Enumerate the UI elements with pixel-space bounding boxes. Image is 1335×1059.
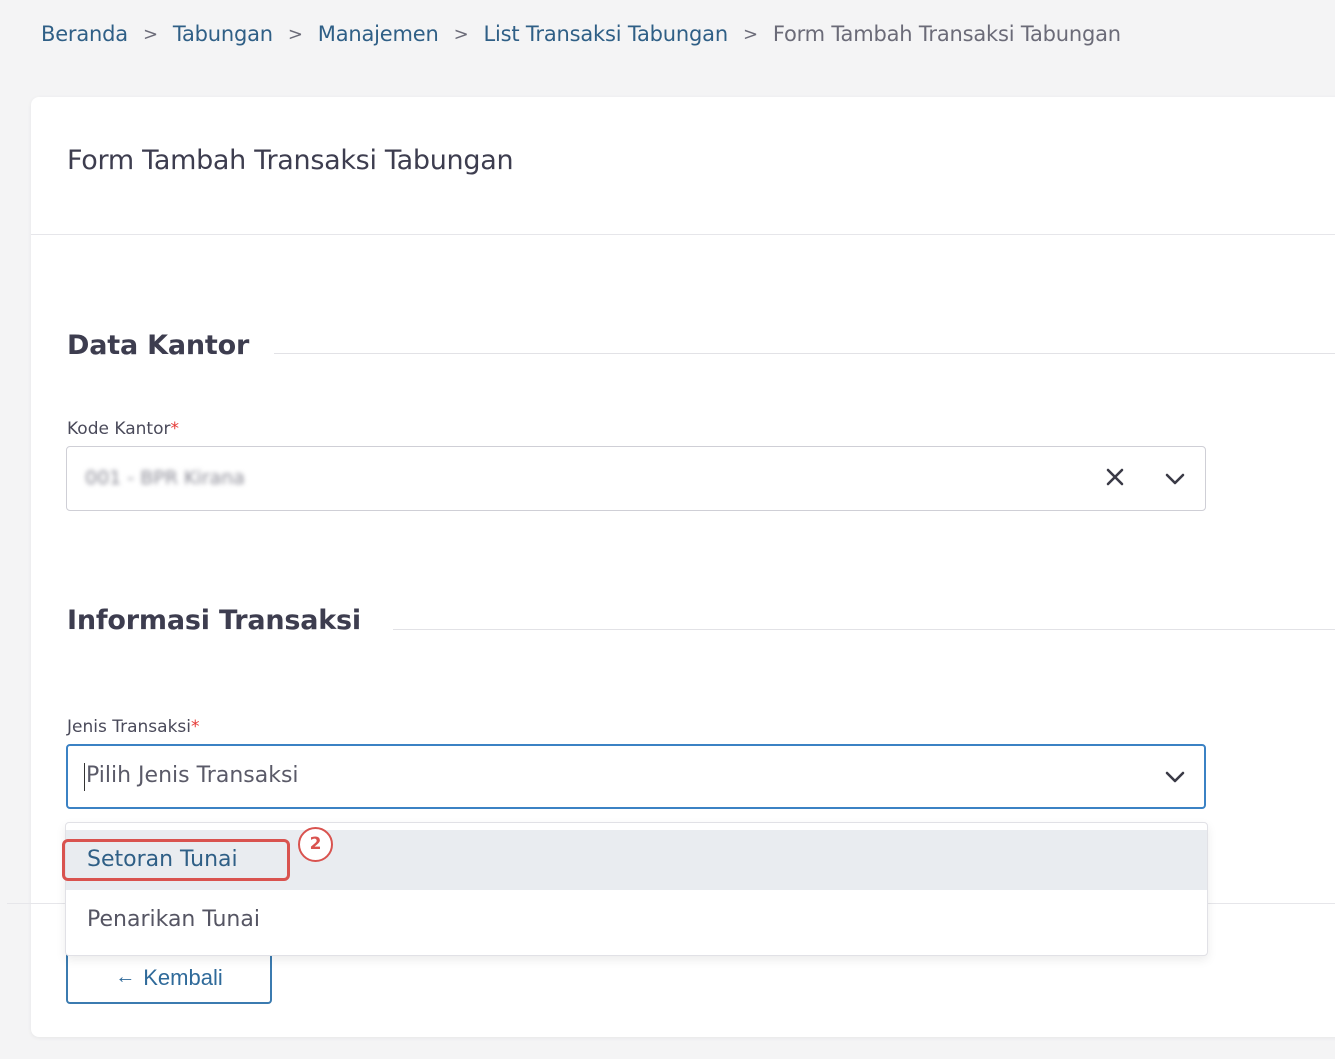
- back-button[interactable]: ← Kembali: [66, 951, 272, 1004]
- transaction-type-label: Jenis Transaksi*: [67, 717, 200, 737]
- breadcrumb-separator: >: [453, 23, 469, 45]
- breadcrumb-separator: >: [287, 23, 303, 45]
- annotation-highlight: [62, 839, 290, 881]
- arrow-left-icon: ←: [115, 966, 136, 988]
- transaction-type-placeholder: Pilih Jenis Transaksi: [86, 763, 299, 788]
- section-title-transaction: Informasi Transaksi: [67, 605, 361, 636]
- chevron-down-icon[interactable]: [1163, 467, 1187, 491]
- clear-icon[interactable]: [1103, 465, 1127, 489]
- chevron-down-icon[interactable]: [1163, 765, 1187, 789]
- breadcrumb-beranda[interactable]: Beranda: [41, 22, 128, 46]
- section-title-office: Data Kantor: [67, 330, 250, 361]
- breadcrumb: Beranda > Tabungan > Manajemen > List Tr…: [41, 22, 1121, 46]
- breadcrumb-manajemen[interactable]: Manajemen: [318, 22, 439, 46]
- breadcrumb-current: Form Tambah Transaksi Tabungan: [772, 22, 1121, 46]
- section-divider: [274, 353, 1335, 354]
- back-button-label: Kembali: [143, 964, 223, 990]
- option-penarikan-tunai[interactable]: Penarikan Tunai: [66, 890, 1207, 950]
- page-title: Form Tambah Transaksi Tabungan: [67, 145, 514, 176]
- text-cursor: [84, 763, 85, 791]
- transaction-type-select[interactable]: Pilih Jenis Transaksi: [66, 744, 1206, 809]
- form-card: Form Tambah Transaksi Tabungan Data Kant…: [7, 97, 1335, 1037]
- office-code-label: Kode Kantor*: [67, 419, 179, 439]
- breadcrumb-separator: >: [142, 23, 158, 45]
- breadcrumb-tabungan[interactable]: Tabungan: [173, 22, 273, 46]
- step-badge: 2: [298, 827, 333, 862]
- office-code-select[interactable]: 001 - BPR Kirana: [66, 446, 1206, 511]
- section-divider: [393, 629, 1335, 630]
- header-divider: [31, 234, 1335, 235]
- breadcrumb-list-transaksi[interactable]: List Transaksi Tabungan: [484, 22, 729, 46]
- breadcrumb-separator: >: [742, 23, 758, 45]
- office-code-value: 001 - BPR Kirana: [85, 467, 245, 489]
